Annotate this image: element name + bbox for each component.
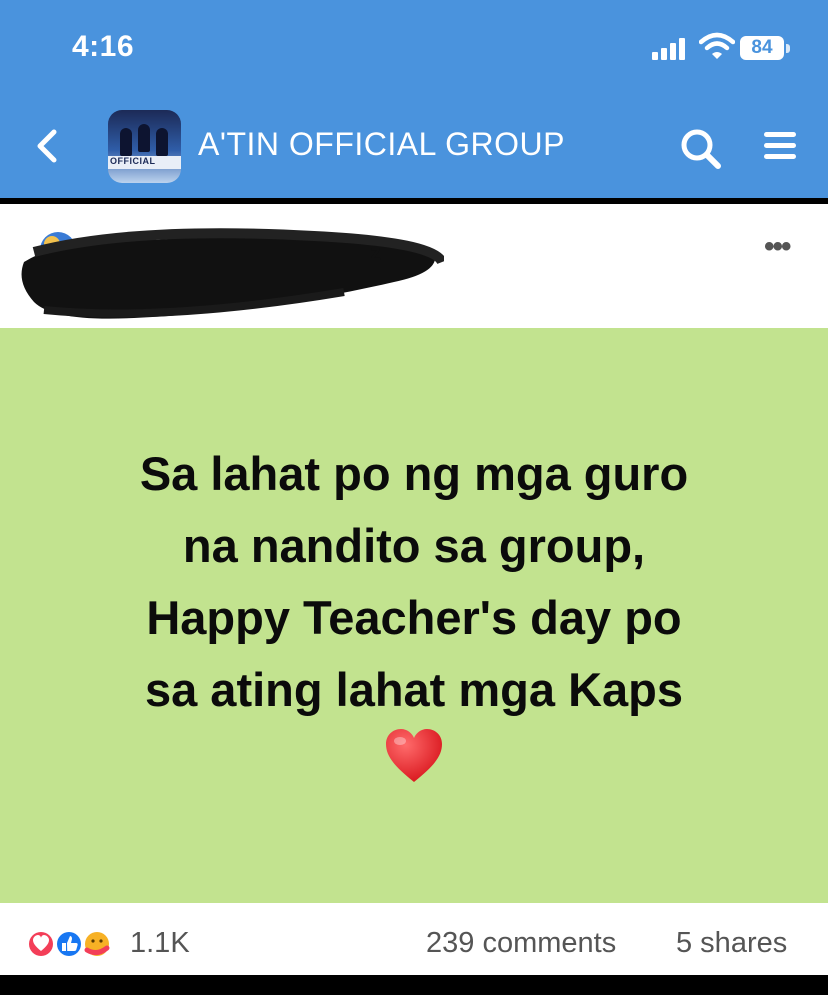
reaction-icons[interactable] [25,926,125,962]
menu-icon[interactable] [762,128,798,164]
heart-emoji-icon [386,729,442,782]
post-text: Sa lahat po ng mga guro na nandito sa gr… [0,438,828,726]
back-button[interactable] [30,128,66,164]
post-line: Sa lahat po ng mga guro [139,447,689,500]
post-line: na nandito sa group, [182,519,646,572]
signal-icon [652,36,690,60]
comments-count[interactable]: 239 comments [426,927,616,960]
more-options-icon[interactable]: ••• [764,232,804,262]
love-icon [27,930,55,958]
redacted-author [21,228,444,319]
avatar-caption: OFFICIAL [110,156,156,166]
author-name-fragment: z [370,240,381,265]
battery-icon: 84 [740,36,784,60]
shares-count[interactable]: 5 shares [676,927,787,960]
search-icon[interactable] [678,126,722,170]
like-icon [55,930,83,958]
battery-tip [786,44,790,53]
group-avatar[interactable]: OFFICIAL [108,110,181,183]
wifi-icon [699,32,735,59]
post-line: sa ating lahat mga Kaps [144,663,684,716]
group-title[interactable]: A'TIN OFFICIAL GROUP [198,126,565,163]
post-line: Happy Teacher's day po [146,591,682,644]
care-icon [83,930,111,958]
reactions-count[interactable]: 1.1K [130,927,190,960]
status-time: 4:16 [72,30,135,63]
